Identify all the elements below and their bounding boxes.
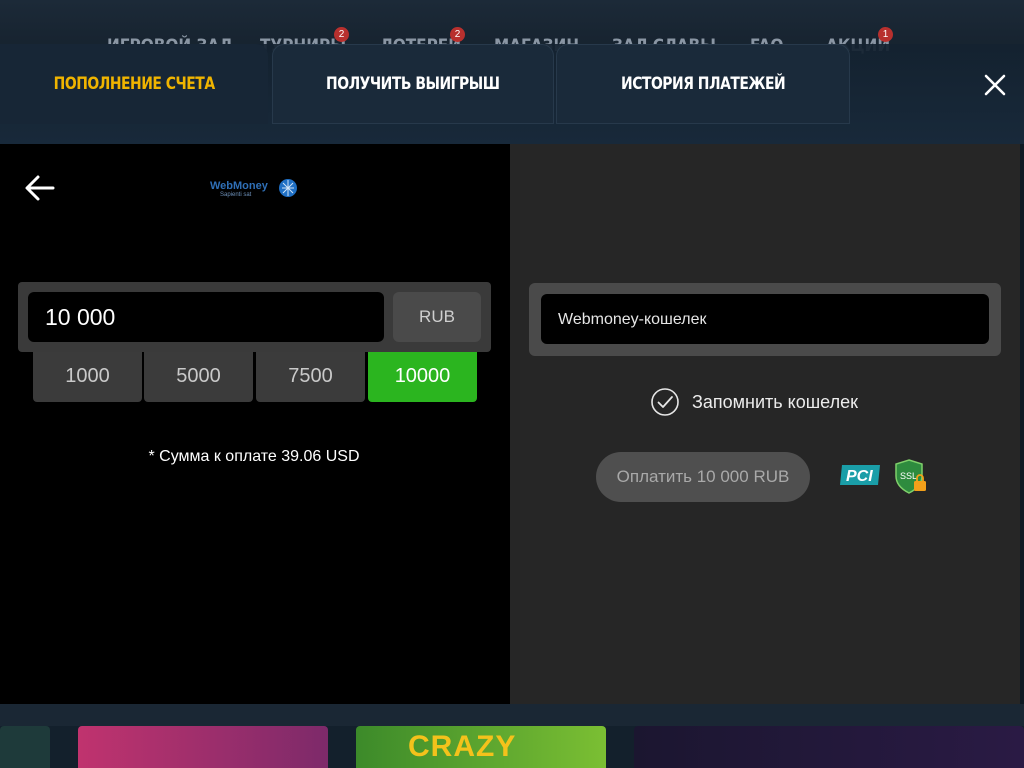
preset-amount-7500[interactable]: 7500 [256,352,365,402]
webmoney-globe-icon [279,179,297,197]
pay-button[interactable]: Оплатить 10 000 RUB [596,452,810,502]
tab-withdraw[interactable]: ПОЛУЧИТЬ ВЫИГРЫШ [272,44,554,124]
preset-amount-10000[interactable]: 10000 [368,352,477,402]
tab-deposit[interactable]: ПОПОЛНЕНИЕ СЧЕТА [0,44,268,124]
pci-badge-icon: PCI [840,461,882,489]
wallet-input[interactable]: Webmoney-кошелек [541,294,989,344]
tab-payment-history-label: ИСТОРИЯ ПЛАТЕЖЕЙ [620,74,786,94]
tab-deposit-label: ПОПОЛНЕНИЕ СЧЕТА [53,74,215,94]
nav-badge-lotteries: 2 [450,27,465,42]
game-thumbnail [634,726,1024,768]
preset-amount-1000[interactable]: 1000 [33,352,142,402]
game-thumbnail: CRAZY [356,726,606,768]
webmoney-logo-text: WebMoney [210,180,268,192]
amount-input[interactable]: 10 000 [28,292,384,342]
payment-total-note: * Сумма к оплате 39.06 USD [148,448,360,465]
nav-badge-promotions: 1 [878,27,893,42]
amount-panel [0,144,510,704]
games-strip-top [0,704,1024,726]
wallet-panel [510,144,1020,704]
svg-text:PCI: PCI [846,468,873,485]
currency-selector[interactable]: RUB [393,292,481,342]
checkmark-circle-icon [651,388,679,416]
game-thumbnail [0,726,50,768]
preset-amount-5000[interactable]: 5000 [144,352,253,402]
tab-payment-history[interactable]: ИСТОРИЯ ПЛАТЕЖЕЙ [556,44,850,124]
svg-text:SSL: SSL [900,471,917,481]
webmoney-logo-subtext: Sapienti sat [220,192,252,198]
nav-badge-tournaments: 2 [334,27,349,42]
remember-wallet-label: Запомнить кошелек [692,391,858,412]
game-thumbnail-title: CRAZY [408,730,517,763]
close-icon[interactable] [980,70,1010,100]
game-thumbnail [78,726,328,768]
remember-wallet-checkbox[interactable]: Запомнить кошелек [650,386,858,418]
tab-withdraw-label: ПОЛУЧИТЬ ВЫИГРЫШ [326,74,500,94]
webmoney-logo: WebMoney Sapienti sat [210,176,302,202]
back-arrow-icon[interactable] [24,174,56,202]
ssl-shield-icon: SSL [894,459,928,495]
